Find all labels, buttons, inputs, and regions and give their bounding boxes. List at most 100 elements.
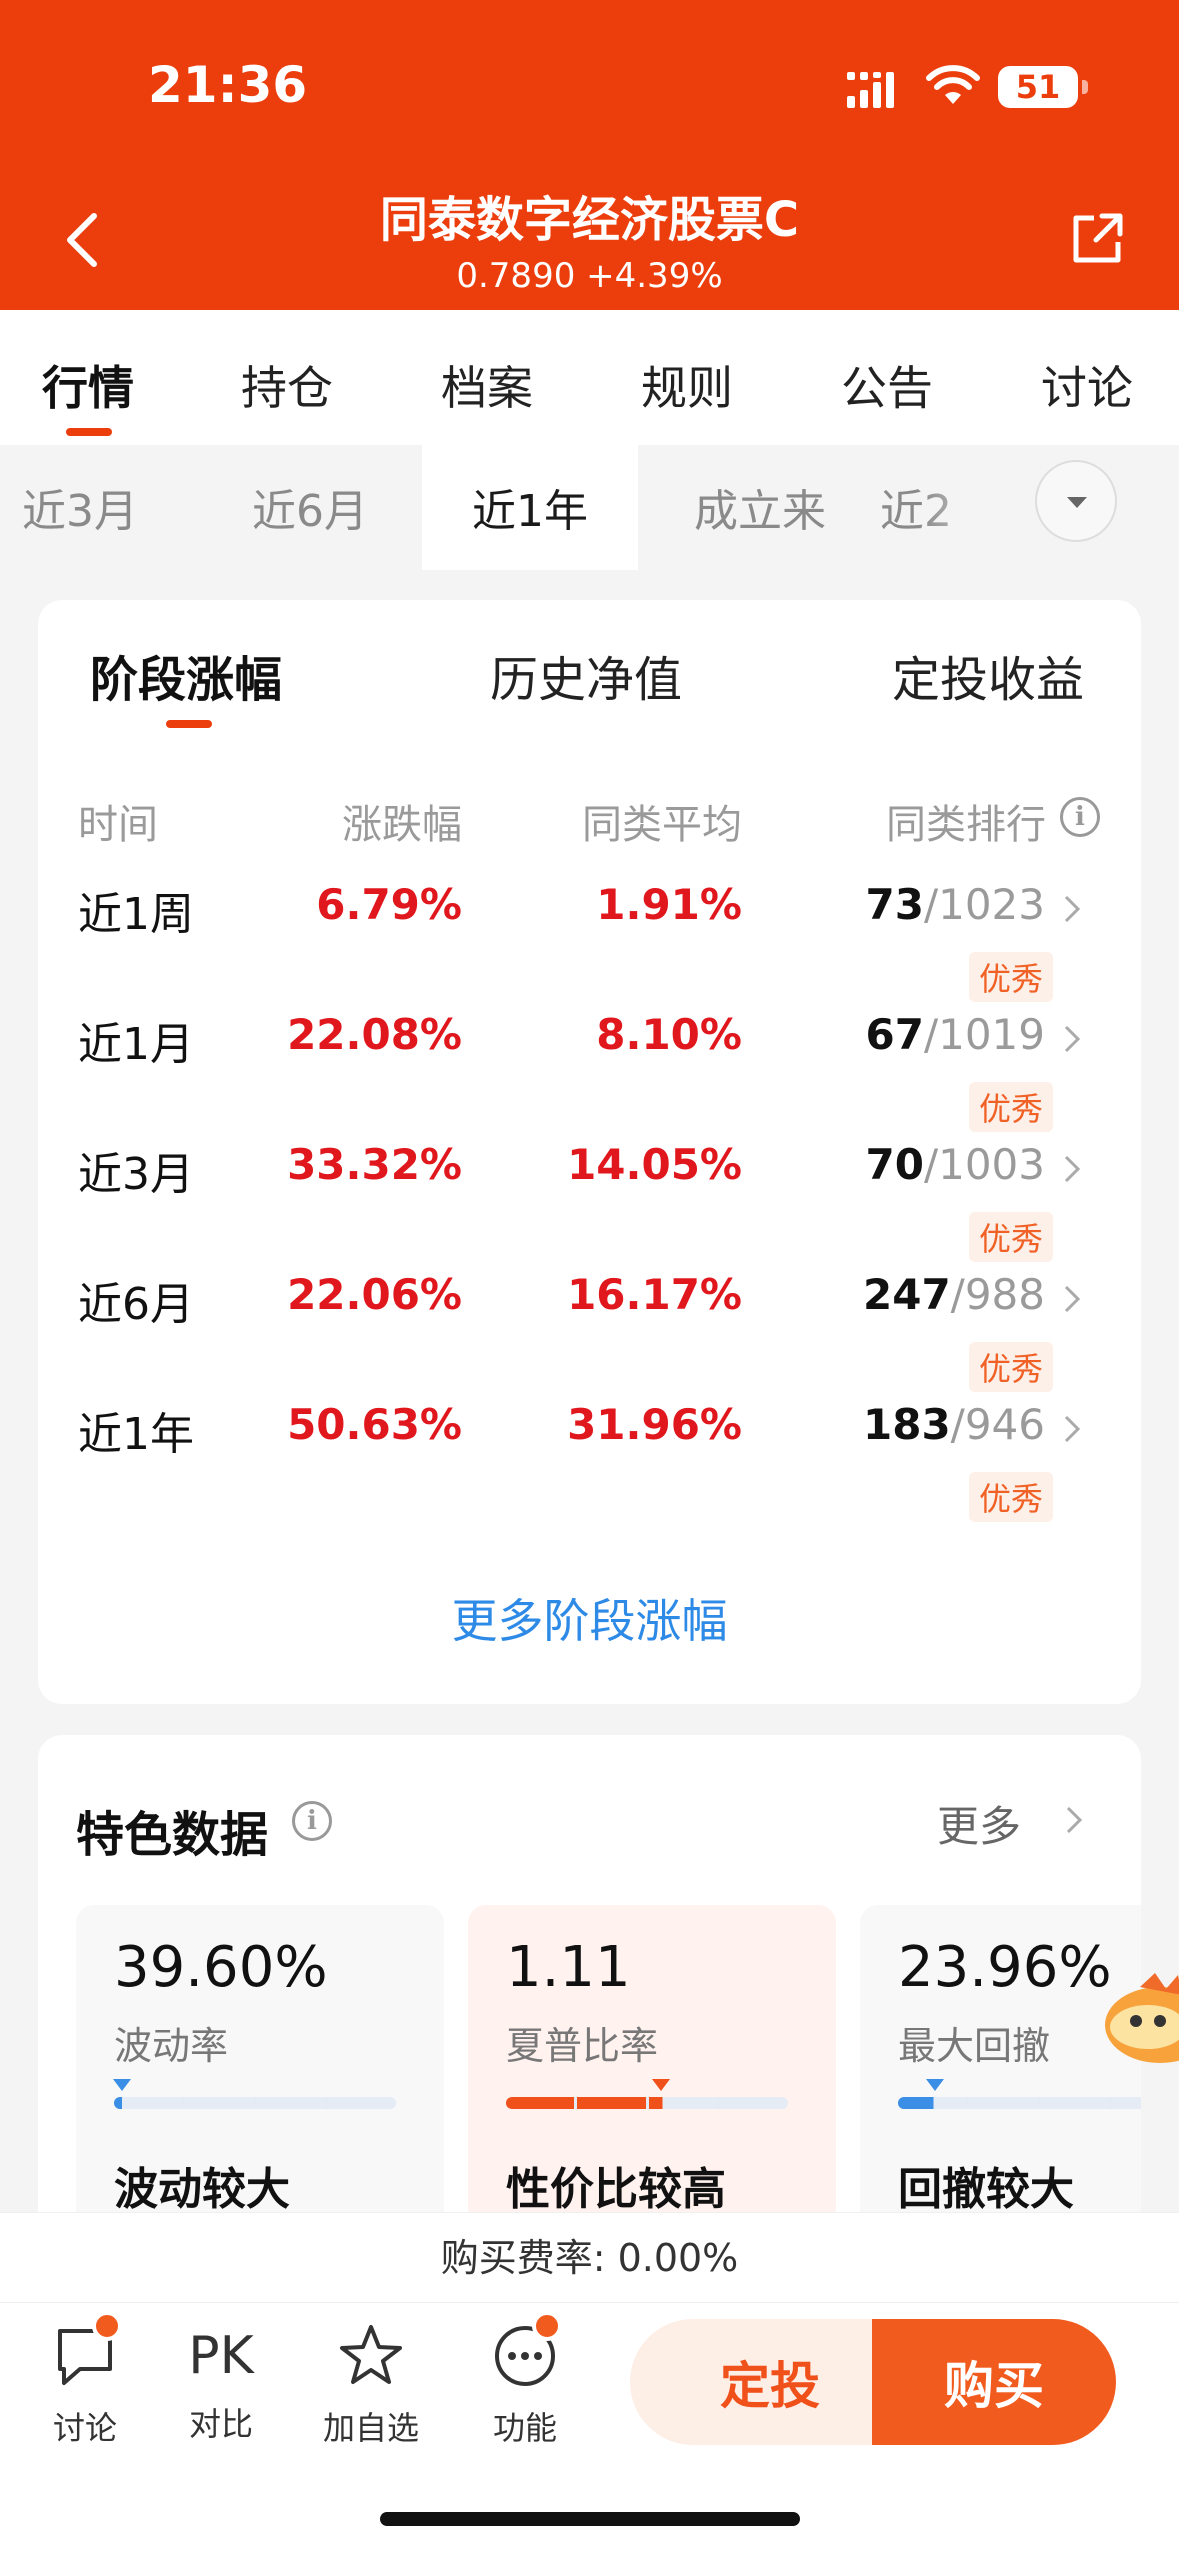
chevron-right-icon <box>1064 1155 1081 1183</box>
tab-indicator <box>66 428 112 436</box>
row-change: 22.06% <box>287 1270 462 1319</box>
main-tabs: 行情 持仓 档案 规则 公告 讨论 <box>0 310 1179 445</box>
rank-badge: 优秀 <box>968 1212 1053 1262</box>
tab-rules[interactable]: 规则 <box>612 352 762 418</box>
row-rank: 183/946 <box>863 1400 1045 1449</box>
level-marker <box>652 2079 671 2091</box>
row-rank: 73/1023 <box>865 880 1046 929</box>
period-fade <box>920 445 1020 570</box>
row-peer-avg: 31.96% <box>567 1400 742 1449</box>
notification-dot <box>532 2311 562 2341</box>
sip-button[interactable]: 定投 <box>630 2319 910 2445</box>
discuss-label: 讨论 <box>52 2409 117 2447</box>
compare-label: 对比 <box>188 2405 253 2443</box>
home-indicator <box>380 2512 800 2526</box>
row-rank: 67/1019 <box>865 1010 1046 1059</box>
performance-card: 阶段涨幅 历史净值 定投收益 时间 涨跌幅 同类平均 同类排行 i 近1周 6.… <box>38 600 1141 1704</box>
level-marker <box>113 2079 132 2091</box>
feature-note: 性价比较高 <box>506 2164 726 2215</box>
level-bar <box>114 2097 396 2109</box>
battery-icon: 51 <box>998 66 1088 108</box>
mascot-icon[interactable] <box>1100 1965 1179 2065</box>
header-change: 涨跌幅 <box>342 802 462 848</box>
period-6m[interactable]: 近6月 <box>210 475 410 539</box>
rank-badge: 优秀 <box>968 1082 1053 1132</box>
function-label: 功能 <box>492 2409 557 2447</box>
chevron-right-icon <box>1064 1415 1081 1443</box>
row-period: 近6月 <box>78 1279 194 1330</box>
chevron-right-icon <box>1064 895 1081 923</box>
period-tabs: 近3月 近6月 近1年 成立来 近2 <box>0 445 1179 570</box>
subtab-stage-returns[interactable]: 阶段涨幅 <box>90 640 282 710</box>
level-bar <box>506 2097 788 2109</box>
wifi-icon <box>926 65 980 104</box>
tab-discussion[interactable]: 讨论 <box>1012 352 1162 418</box>
feature-note: 回撤较大 <box>898 2164 1074 2215</box>
purchase-fee-text: 购买费率: 0.00% <box>0 2212 1179 2302</box>
header-rank: 同类排行 <box>886 802 1046 848</box>
row-peer-avg: 1.91% <box>596 880 742 929</box>
level-marker <box>925 2079 944 2091</box>
pk-icon: PK <box>188 2326 254 2386</box>
row-period: 近1月 <box>78 1019 194 1070</box>
feature-value: 1.11 <box>506 1935 631 2000</box>
row-rank: 247/988 <box>863 1270 1045 1319</box>
cellular-signal-icon <box>847 72 894 108</box>
feature-label: 夏普比率 <box>506 2024 659 2068</box>
row-peer-avg: 14.05% <box>567 1140 742 1189</box>
feature-value: 23.96% <box>898 1935 1112 2000</box>
row-change: 50.63% <box>287 1400 462 1449</box>
share-icon[interactable] <box>1068 210 1126 268</box>
table-row[interactable]: 近1年 50.63% 31.96% 183/946 优秀 <box>38 1398 1141 1528</box>
feature-label: 波动率 <box>114 2024 229 2068</box>
notification-dot <box>92 2311 122 2341</box>
features-card: 特色数据 i 更多 39.60% 波动率 波动较大 1.11 夏普比率 性价比较… <box>38 1735 1141 2295</box>
feature-label: 最大回撤 <box>898 2024 1051 2068</box>
rank-badge: 优秀 <box>968 1472 1053 1522</box>
feature-value: 39.60% <box>114 1935 328 2000</box>
table-row[interactable]: 近1月 22.08% 8.10% 67/1019 优秀 <box>38 1008 1141 1138</box>
row-change: 33.32% <box>287 1140 462 1189</box>
period-1y[interactable]: 近1年 <box>430 475 630 539</box>
subtab-indicator <box>166 720 212 728</box>
compare-button[interactable]: PK 对比 <box>156 2321 286 2445</box>
fund-title: 同泰数字经济股票C <box>379 192 800 248</box>
chevron-right-icon <box>1066 1806 1083 1834</box>
period-3m[interactable]: 近3月 <box>0 475 180 539</box>
table-row[interactable]: 近6月 22.06% 16.17% 247/988 优秀 <box>38 1268 1141 1398</box>
table-row[interactable]: 近1周 6.79% 1.91% 73/1023 优秀 <box>38 878 1141 1008</box>
tab-holdings[interactable]: 持仓 <box>212 352 362 418</box>
star-icon <box>340 2325 402 2384</box>
subtab-nav-history[interactable]: 历史净值 <box>490 640 682 710</box>
tab-profile[interactable]: 档案 <box>412 352 562 418</box>
row-peer-avg: 16.17% <box>567 1270 742 1319</box>
row-period: 近1年 <box>78 1409 194 1460</box>
info-icon[interactable]: i <box>1060 797 1100 837</box>
fund-price-change: 0.7890 +4.39% <box>456 256 723 296</box>
discuss-button[interactable]: 讨论 <box>20 2321 150 2449</box>
row-peer-avg: 8.10% <box>596 1010 742 1059</box>
chevron-right-icon <box>1064 1285 1081 1313</box>
add-watchlist-button[interactable]: 加自选 <box>306 2321 436 2449</box>
buy-button[interactable]: 购买 <box>872 2319 1116 2445</box>
rank-badge: 优秀 <box>968 952 1053 1002</box>
features-more-link[interactable]: 更多 <box>937 1793 1021 1854</box>
period-since-inception[interactable]: 成立来 <box>660 475 860 539</box>
watch-label: 加自选 <box>322 2409 419 2447</box>
level-bar <box>898 2097 1141 2109</box>
tab-market[interactable]: 行情 <box>13 352 163 418</box>
row-period: 近3月 <box>78 1149 194 1200</box>
function-button[interactable]: 功能 <box>460 2321 590 2449</box>
header-time: 时间 <box>78 802 158 848</box>
features-info-icon[interactable]: i <box>292 1801 332 1841</box>
more-stage-returns-link[interactable]: 更多阶段涨幅 <box>38 1585 1141 1651</box>
tab-announcements[interactable]: 公告 <box>812 352 962 418</box>
row-change: 6.79% <box>316 880 462 929</box>
row-change: 22.08% <box>287 1010 462 1059</box>
feature-note: 波动较大 <box>114 2164 290 2215</box>
header-peer-avg: 同类平均 <box>582 802 742 848</box>
table-row[interactable]: 近3月 33.32% 14.05% 70/1003 优秀 <box>38 1138 1141 1268</box>
subtab-sip-returns[interactable]: 定投收益 <box>892 640 1084 710</box>
row-rank: 70/1003 <box>865 1140 1046 1189</box>
period-dropdown-button[interactable] <box>1035 460 1117 542</box>
